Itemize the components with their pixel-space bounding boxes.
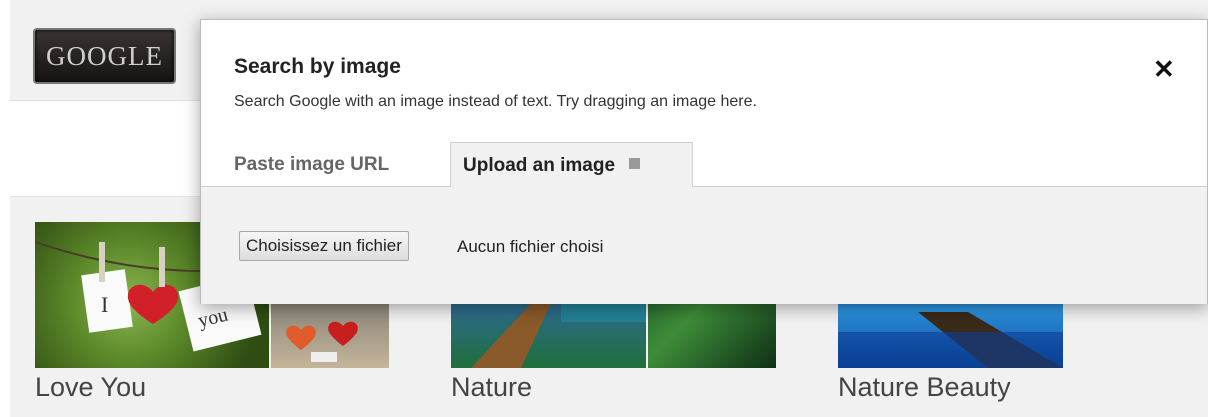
tab-label: Upload an image: [463, 155, 616, 176]
tab-upload-an-image[interactable]: Upload an image: [450, 142, 693, 187]
svg-text:I: I: [101, 292, 108, 317]
tab-bar: Paste image URL Upload an image: [201, 142, 1207, 187]
dialog-subtitle: Search Google with an image instead of t…: [234, 93, 757, 110]
card-label[interactable]: Nature: [451, 372, 532, 403]
tab-label: Paste image URL: [234, 154, 390, 175]
file-status-text: Aucun fichier choisi: [457, 237, 604, 256]
google-logo[interactable]: GOOGLE: [33, 28, 176, 84]
card-label[interactable]: Love You: [35, 372, 146, 403]
card-thumbnail-small[interactable]: [271, 302, 389, 368]
upload-panel: Choisissez un fichier Aucun fichier choi…: [201, 187, 1207, 304]
close-icon[interactable]: ✕: [1153, 56, 1175, 82]
hearts-picture: [286, 321, 358, 362]
search-by-image-dialog: Search by image Search Google with an im…: [200, 19, 1208, 304]
choose-file-button[interactable]: Choisissez un fichier: [239, 231, 409, 261]
card-label[interactable]: Nature Beauty: [838, 372, 1011, 403]
dialog-title: Search by image: [234, 55, 401, 78]
help-icon[interactable]: [629, 158, 641, 170]
tab-paste-image-url[interactable]: Paste image URL: [234, 142, 389, 186]
